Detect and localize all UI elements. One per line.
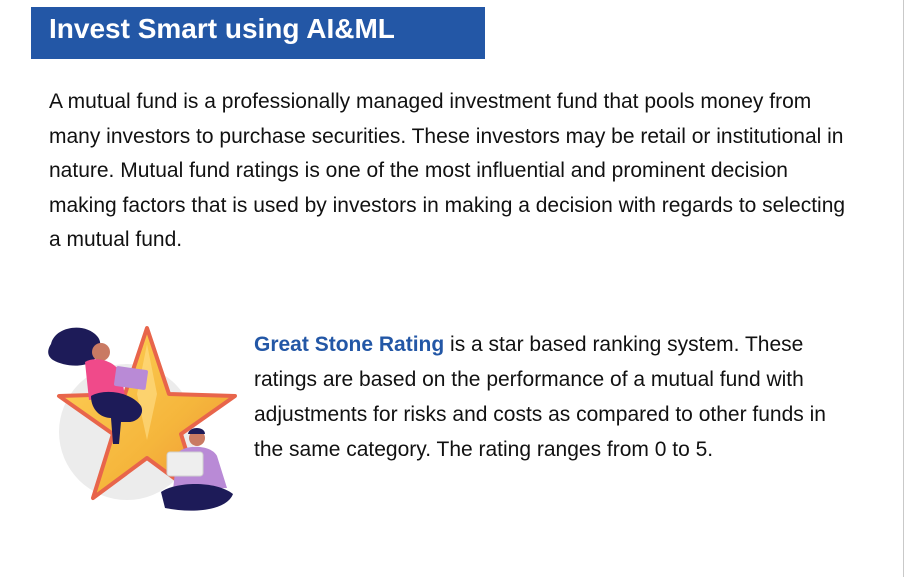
- star-rating-icon: [48, 326, 237, 511]
- title-banner: Invest Smart using AI&ML: [31, 7, 485, 59]
- page-right-border: [903, 0, 904, 577]
- page-title: Invest Smart using AI&ML: [49, 13, 395, 44]
- star-rating-illustration: [45, 322, 240, 522]
- rating-paragraph: Great Stone Rating is a star based ranki…: [254, 327, 854, 467]
- intro-paragraph: A mutual fund is a professionally manage…: [49, 90, 846, 251]
- man-laptop-icon: [166, 451, 204, 477]
- page: Invest Smart using AI&ML A mutual fund i…: [0, 0, 907, 577]
- rating-name: Great Stone Rating: [254, 333, 445, 356]
- woman-head: [92, 343, 110, 361]
